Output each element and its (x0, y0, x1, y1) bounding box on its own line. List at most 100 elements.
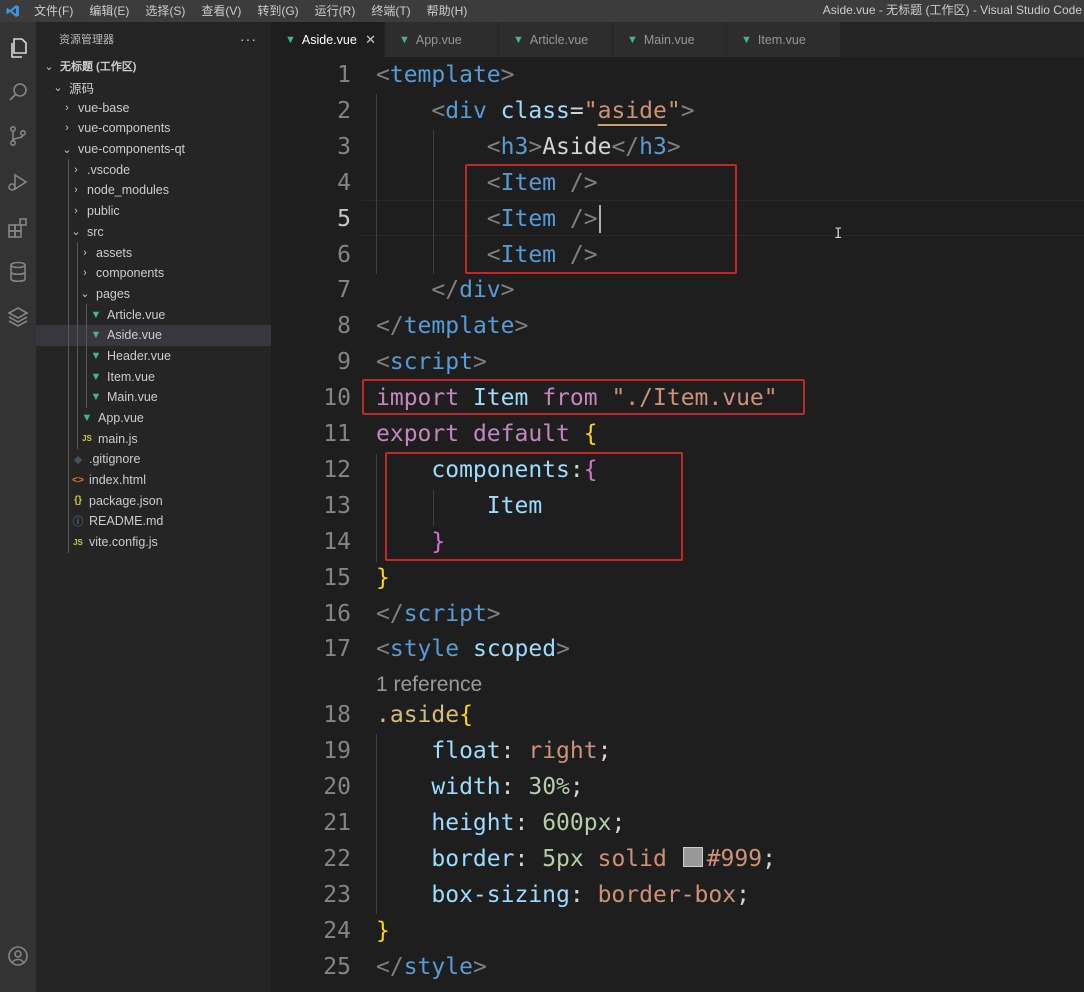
chevron-down-icon[interactable]: ⌄ (44, 60, 54, 73)
more-actions-icon[interactable]: ··· (240, 31, 257, 47)
chevron-down-icon[interactable]: ⌄ (71, 225, 81, 238)
line-number: 3 (337, 133, 351, 160)
tree-item[interactable]: › components (36, 262, 271, 284)
tree-item[interactable]: ▼ Aside.vue (36, 324, 271, 346)
chevron-right-icon[interactable]: › (71, 184, 81, 196)
tree-item[interactable]: {} package.json (36, 490, 271, 512)
chevron-right-icon[interactable]: › (71, 164, 81, 176)
line-number: 14 (323, 528, 351, 555)
tree-indent-guide (77, 262, 78, 284)
menu-item[interactable]: 查看(V) (193, 0, 249, 22)
code-line: 13 Item (271, 488, 1084, 524)
tab-main-vue[interactable]: ▼ Main.vue (613, 22, 727, 57)
menu-item[interactable]: 文件(F) (26, 0, 81, 22)
extensions-icon[interactable] (4, 214, 32, 242)
menu-item[interactable]: 编辑(E) (81, 0, 137, 22)
tree-item[interactable]: JS main.js (36, 428, 271, 450)
code-token: < (376, 62, 390, 88)
chevron-down-icon[interactable]: ⌄ (53, 81, 63, 94)
line-number: 16 (323, 600, 351, 627)
code-token: Aside (542, 133, 612, 160)
tree-item[interactable]: ⌄ pages (36, 283, 271, 305)
tree-item[interactable]: › assets (36, 242, 271, 263)
tree-item[interactable]: › .vscode (36, 159, 271, 181)
tab-aside-vue[interactable]: ▼ Aside.vue ✕ (271, 22, 385, 57)
code-token: components (431, 456, 570, 483)
tree-item[interactable]: ▼ App.vue (36, 407, 271, 429)
account-icon[interactable] (4, 942, 32, 970)
tree-item-label: .gitignore (89, 452, 141, 467)
code-token: 30% (528, 774, 570, 801)
tree-item[interactable]: ▼ Main.vue (36, 387, 271, 408)
tree-item[interactable]: ▼ Item.vue (36, 366, 271, 387)
menu-item[interactable]: 终端(T) (363, 0, 418, 22)
search-icon[interactable] (4, 78, 32, 106)
database-icon[interactable] (4, 258, 32, 286)
chevron-right-icon[interactable]: › (62, 122, 72, 134)
code-text: .aside{ (376, 697, 473, 733)
explorer-icon[interactable] (4, 34, 32, 62)
tree-item[interactable]: ◆ .gitignore (36, 449, 271, 470)
tree-indent-guide (77, 304, 78, 325)
layers-icon[interactable] (4, 303, 32, 331)
tree-item[interactable]: › public (36, 200, 271, 222)
codelens-reference[interactable]: 1 reference (376, 673, 482, 697)
tab-article-vue[interactable]: ▼ Article.vue (499, 22, 613, 57)
tree-item-label: node_modules (87, 183, 170, 198)
code-token: Item (472, 385, 529, 412)
tree-item[interactable]: ▼ Header.vue (36, 345, 271, 367)
tab-app-vue[interactable]: ▼ App.vue (385, 22, 499, 57)
tab-item-vue[interactable]: ▼ Item.vue (727, 22, 841, 57)
menu-item[interactable]: 选择(S) (137, 0, 193, 22)
tree-item[interactable]: JS vite.config.js (36, 531, 271, 553)
code-text: components:{ (376, 452, 597, 488)
tree-item[interactable]: ⓘ README.md (36, 511, 271, 532)
chevron-right-icon[interactable]: › (62, 102, 72, 114)
tree-indent-guide (77, 324, 78, 346)
chevron-down-icon[interactable]: ⌄ (80, 287, 90, 300)
code-token: scoped (472, 636, 557, 663)
close-icon[interactable]: ✕ (365, 32, 376, 48)
line-number: 18 (323, 702, 351, 729)
menu-item[interactable]: 转到(G) (249, 0, 306, 22)
code-editor[interactable]: 1 <template> 2 <div class="aside"> 3 <h3>As… (271, 57, 1084, 992)
tree-indent-guide (68, 324, 69, 346)
tree-item[interactable]: <> index.html (36, 469, 271, 491)
code-text: </template> (376, 308, 528, 344)
line-number: 8 (337, 313, 351, 340)
chevron-right-icon[interactable]: › (80, 267, 90, 279)
vue-file-icon: ▼ (285, 33, 296, 46)
code-token: /> (569, 205, 598, 232)
tree-item[interactable]: ⌄ 源码 (36, 77, 271, 98)
tree-item-label: App.vue (98, 411, 144, 426)
vue-file-icon: ▼ (513, 33, 524, 46)
info-file-icon: ⓘ (72, 516, 84, 529)
menu-item[interactable]: 帮助(H) (419, 0, 476, 22)
color-swatch[interactable] (682, 847, 703, 868)
tab-label: Main.vue (643, 32, 695, 47)
tree-item[interactable]: › vue-components (36, 118, 271, 139)
chevron-down-icon[interactable]: ⌄ (62, 143, 72, 156)
chevron-right-icon[interactable]: › (71, 205, 81, 217)
tree-item-label: README.md (89, 514, 164, 529)
tree-item[interactable]: ▼ Article.vue (36, 304, 271, 325)
tree-item-label: package.json (89, 493, 163, 508)
indent-guide (376, 454, 377, 562)
chevron-right-icon[interactable]: › (80, 247, 90, 259)
vue-file-icon: ▼ (90, 391, 102, 404)
menu-item[interactable]: 运行(R) (307, 0, 364, 22)
code-text: import Item from "./Item.vue" (376, 380, 778, 416)
tree-item[interactable]: ⌄ vue-components-qt (36, 139, 271, 160)
tree-item[interactable]: › node_modules (36, 180, 271, 201)
run-debug-icon[interactable] (4, 168, 32, 196)
tree-item[interactable]: › vue-base (36, 97, 271, 118)
tree-item[interactable]: ⌄ src (36, 221, 271, 243)
tree-item[interactable]: ⌄ 无标题 (工作区) (36, 56, 271, 77)
source-control-icon[interactable] (4, 122, 32, 150)
code-token: ; (569, 774, 584, 801)
